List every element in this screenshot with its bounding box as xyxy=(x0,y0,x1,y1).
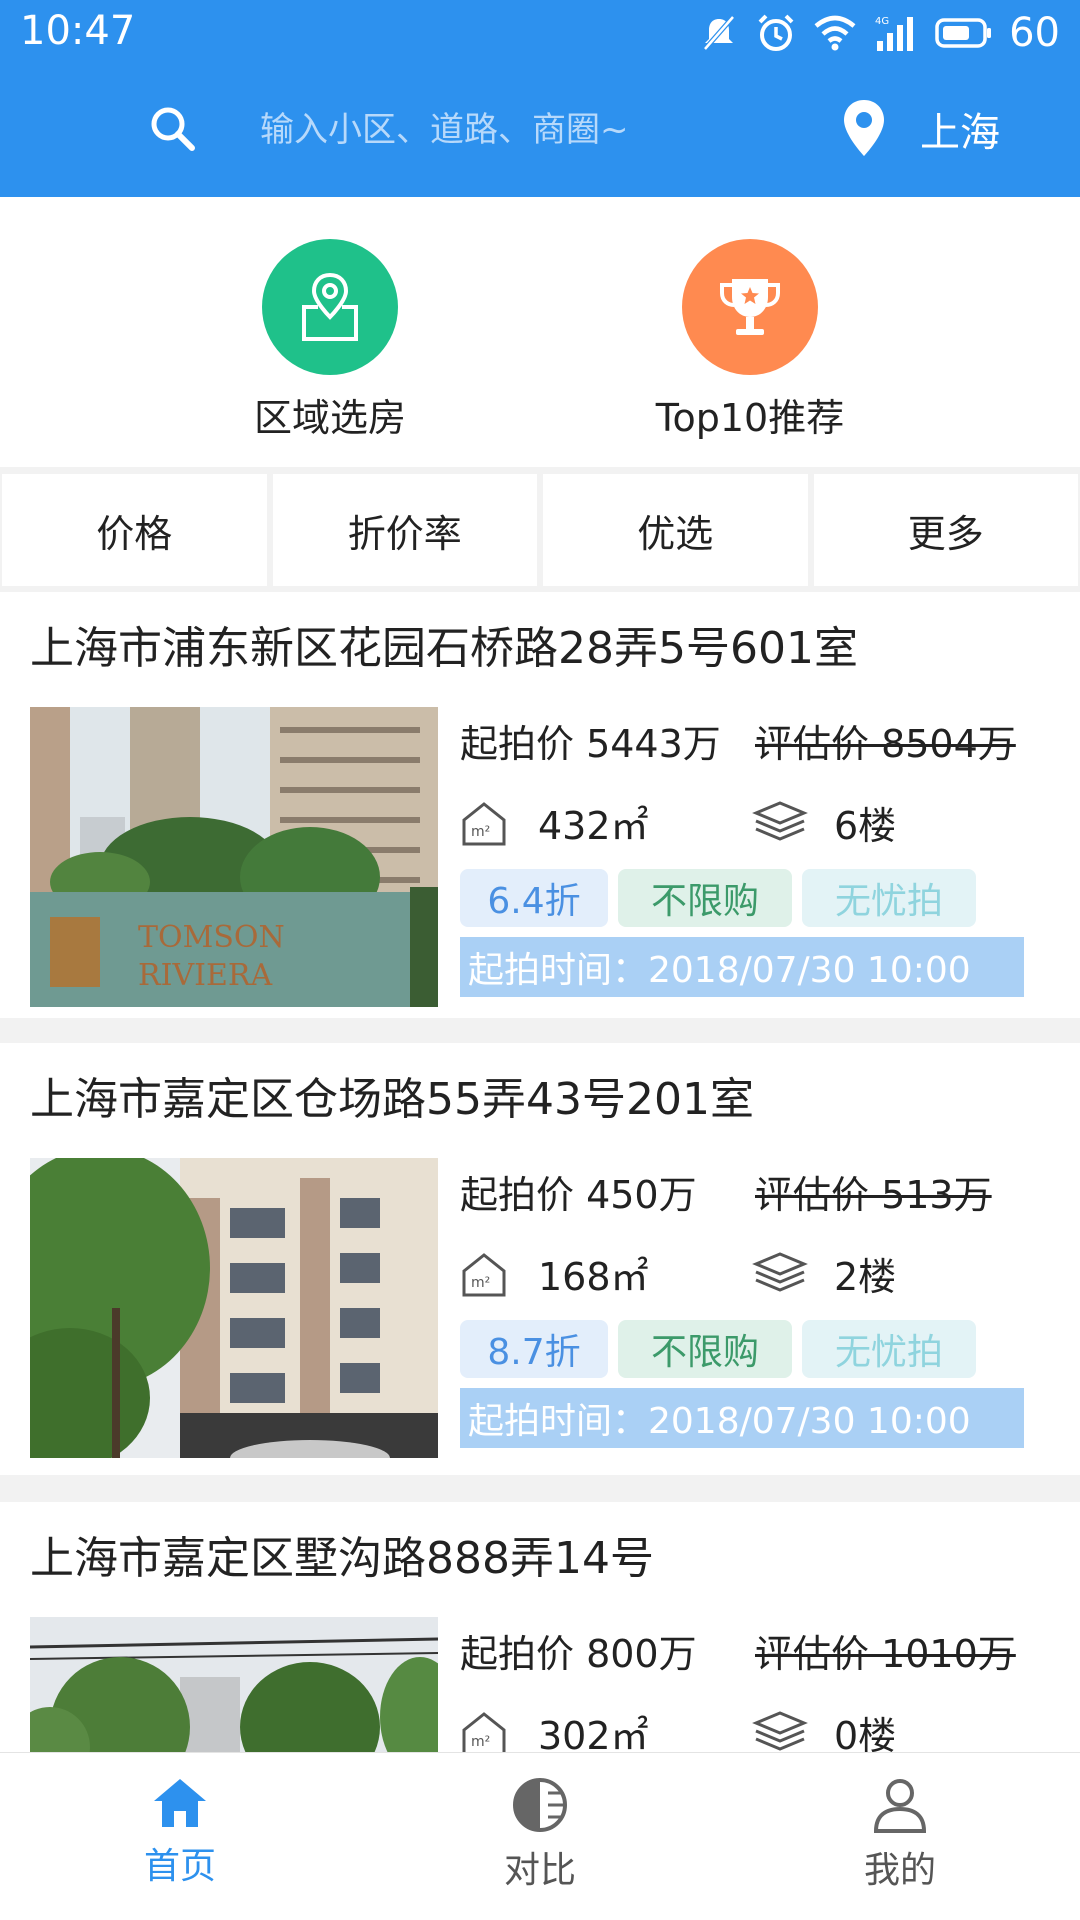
area-select-label: 区域选房 xyxy=(253,396,406,440)
svg-text:m²: m² xyxy=(471,1275,490,1291)
auction-time: 起拍时间：2018/07/30 10:00 xyxy=(460,1388,1024,1448)
listing-photo xyxy=(30,1617,438,1752)
layers-icon xyxy=(752,800,808,841)
evaluation-price: 评估价 513万 xyxy=(755,1173,992,1217)
layers-icon xyxy=(752,1251,808,1292)
listing-title: 上海市嘉定区仓场路55弄43号201室 xyxy=(30,1074,754,1125)
tags: 8.7折 不限购 无忧拍 xyxy=(460,1320,976,1378)
filter-price[interactable]: 价格 xyxy=(2,474,267,586)
price-row: 起拍价 800万 评估价 1010万 xyxy=(460,1617,1060,1677)
status-bar: 10:47 4G 60 xyxy=(0,0,1080,70)
status-time: 10:47 xyxy=(20,8,136,54)
discount-tag: 8.7折 xyxy=(460,1320,608,1378)
floor-spec: 0楼 xyxy=(752,1705,896,1752)
area-value: 432㎡ xyxy=(538,804,649,848)
spec-row: m² 168㎡ 2楼 xyxy=(460,1246,1060,1306)
listing-title: 上海市浦东新区花园石桥路28弄5号601室 xyxy=(30,623,858,674)
filter-preferred[interactable]: 优选 xyxy=(543,474,808,586)
photo-sign-line1: TOMSON xyxy=(138,920,285,955)
area-icon: m² xyxy=(462,1252,506,1296)
area-icon: m² xyxy=(462,801,506,845)
top10-entry[interactable]: Top10推荐 xyxy=(620,239,880,442)
listing-photo: TOMSON RIVIERA xyxy=(30,707,438,1007)
battery-level: 60 xyxy=(1009,10,1060,56)
battery-icon xyxy=(935,18,992,48)
nav-profile[interactable]: 我的 xyxy=(720,1753,1080,1920)
alarm-icon xyxy=(758,14,794,51)
worry-free-tag: 无忧拍 xyxy=(802,869,976,927)
tags: 6.4折 不限购 无忧拍 xyxy=(460,869,976,927)
floor-value: 2楼 xyxy=(834,1255,897,1299)
floor-value: 6楼 xyxy=(834,804,897,848)
start-price: 起拍价 800万 xyxy=(460,1632,697,1676)
location-pin-icon[interactable] xyxy=(840,98,888,160)
profile-icon xyxy=(873,1779,927,1833)
city-selector[interactable]: 上海 xyxy=(920,100,1000,158)
floor-spec: 6楼 xyxy=(752,795,896,850)
price-row: 起拍价 450万 评估价 513万 xyxy=(460,1158,1060,1218)
listing-title: 上海市嘉定区墅沟路888弄14号 xyxy=(30,1533,654,1584)
listing-photo xyxy=(30,1158,438,1458)
bottom-navigation: 首页 对比 我的 xyxy=(0,1752,1080,1920)
search-input[interactable] xyxy=(260,100,780,160)
area-value: 168㎡ xyxy=(538,1255,649,1299)
auction-time: 起拍时间：2018/07/30 10:00 xyxy=(460,937,1024,997)
no-purchase-limit-tag: 不限购 xyxy=(618,869,792,927)
area-spec: m² 168㎡ xyxy=(460,1246,649,1301)
floor-spec: 2楼 xyxy=(752,1246,896,1301)
price-row: 起拍价 5443万 评估价 8504万 xyxy=(460,707,1060,767)
nav-home[interactable]: 首页 xyxy=(0,1753,360,1920)
nav-profile-label: 我的 xyxy=(863,1850,936,1891)
filter-more[interactable]: 更多 xyxy=(813,474,1078,586)
search-bar: 上海 xyxy=(0,90,1080,170)
compare-icon xyxy=(513,1778,567,1832)
no-purchase-limit-tag: 不限购 xyxy=(618,1320,792,1378)
filter-discount-rate[interactable]: 折价率 xyxy=(272,474,537,586)
listing-card[interactable]: 上海市浦东新区花园石桥路28弄5号601室 TOMSON RIVIERA 起拍价 xyxy=(0,592,1080,1018)
search-icon[interactable] xyxy=(148,104,198,154)
filter-tabs: 价格 折价率 优选 更多 xyxy=(0,472,1080,588)
area-select-entry[interactable]: 区域选房 xyxy=(200,239,460,442)
mute-notification-icon xyxy=(703,15,735,51)
app-header: 10:47 4G 60 输入小区、道路、商圈~ 上海 xyxy=(0,0,1080,197)
status-icons: 4G 60 xyxy=(699,8,1060,58)
discount-tag: 6.4折 xyxy=(460,869,608,927)
layers-icon xyxy=(752,1710,808,1751)
wifi-icon xyxy=(814,15,856,51)
evaluation-price: 评估价 1010万 xyxy=(755,1632,1016,1676)
area-spec: m² 432㎡ xyxy=(460,795,649,850)
svg-text:m²: m² xyxy=(471,824,490,840)
trophy-icon xyxy=(682,239,818,375)
top10-label: Top10推荐 xyxy=(655,396,845,440)
start-price: 起拍价 5443万 xyxy=(460,722,721,766)
spec-row: m² 302㎡ 0楼 xyxy=(460,1705,1060,1752)
quick-entries: 区域选房 Top10推荐 xyxy=(0,197,1080,467)
svg-text:m²: m² xyxy=(471,1734,490,1750)
spec-row: m² 432㎡ 6楼 xyxy=(460,795,1060,855)
nav-home-label: 首页 xyxy=(143,1846,216,1887)
area-value: 302㎡ xyxy=(538,1714,649,1752)
nav-compare[interactable]: 对比 xyxy=(360,1753,720,1920)
signal-icon: 4G xyxy=(875,16,914,51)
worry-free-tag: 无忧拍 xyxy=(802,1320,976,1378)
photo-sign-line2: RIVIERA xyxy=(138,958,272,993)
area-icon: m² xyxy=(462,1711,506,1752)
listing-card[interactable]: 上海市嘉定区墅沟路888弄14号 起拍价 800万 评估价 1010万 m² 3… xyxy=(0,1502,1080,1752)
location-map-icon xyxy=(262,239,398,375)
floor-value: 0楼 xyxy=(834,1714,897,1752)
area-spec: m² 302㎡ xyxy=(460,1705,649,1752)
home-icon xyxy=(154,1779,206,1827)
listing-card[interactable]: 上海市嘉定区仓场路55弄43号201室 起拍价 450万 评估价 513万 m²… xyxy=(0,1043,1080,1475)
evaluation-price: 评估价 8504万 xyxy=(755,722,1016,766)
nav-compare-label: 对比 xyxy=(503,1850,576,1891)
start-price: 起拍价 450万 xyxy=(460,1173,697,1217)
svg-text:4G: 4G xyxy=(875,16,889,27)
